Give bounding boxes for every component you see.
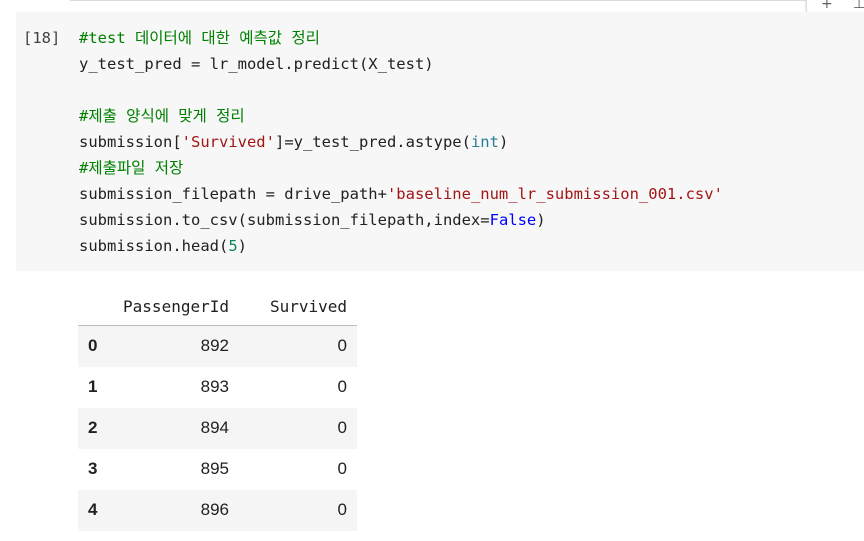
row-index: 4 [88,500,98,519]
plus-icon[interactable]: + [821,0,833,11]
table-row: 1 893 0 [78,366,357,408]
code-editor[interactable]: #test 데이터에 대한 예측값 정리 y_test_pred = lr_mod… [79,25,723,259]
row-index: 0 [88,336,98,356]
code-token-keyword: False [489,211,537,229]
cell-output: PassengerId Survived 0 892 0 1 893 0 2 8… [78,287,357,531]
row-index: 1 [88,377,98,396]
code-line[interactable]: #제출파일 저장 [79,155,723,181]
cell-passengerid: 893 [200,377,229,396]
code-token-comment: #제출파일 저장 [79,159,184,177]
index-header [78,287,98,326]
cell-passengerid: 896 [200,500,229,519]
code-line[interactable]: submission.head(5) [79,233,723,259]
cell-passengerid: 894 [200,418,229,437]
code-token-string: 'baseline_num_lr_submission_001.csv' [386,185,723,203]
code-line[interactable]: submission['Survived']=y_test_pred.astyp… [79,129,723,155]
code-token: submission_filepath = drive_path+ [79,185,387,203]
code-token-builtin: int [470,133,499,151]
code-token: submission.to_csv(submission_filepath,in… [79,211,490,229]
cell-passengerid: 892 [200,336,229,356]
column-header-passengerid: PassengerId [98,287,239,326]
code-token-comment: #test 데이터에 대한 예측값 정리 [79,29,320,47]
cell-survived: 0 [337,336,347,356]
code-token: submission[ [79,133,182,151]
table-header-row: PassengerId Survived [78,287,357,326]
code-token: ) [536,211,546,229]
code-line[interactable] [79,77,723,103]
code-token-string: 'Survived' [181,133,275,151]
cell-survived: 0 [337,418,347,437]
row-index: 2 [88,418,98,437]
code-line[interactable]: #제출 양식에 맞게 정리 [79,103,723,129]
code-token: y_test_pred = lr_model.predict(X_test) [79,55,434,73]
dataframe-table: PassengerId Survived 0 892 0 1 893 0 2 8… [78,287,357,531]
code-token: submission.head( [79,237,229,255]
code-token: ]=y_test_pred.astype( [274,133,471,151]
code-token: ) [237,237,247,255]
column-header-survived: Survived [239,287,357,326]
code-token: ) [498,133,509,151]
code-line[interactable]: submission.to_csv(submission_filepath,in… [79,207,723,233]
code-token-number: 5 [228,237,238,255]
notebook-page: + ⊥ [18] #test 데이터에 대한 예측값 정리 y_test_pred… [0,0,864,541]
cell-passengerid: 895 [200,459,229,478]
table-row: 4 896 0 [78,489,357,531]
code-line[interactable]: y_test_pred = lr_model.predict(X_test) [79,51,723,77]
table-row: 0 892 0 [78,325,357,367]
cell-divider [70,0,810,1]
cell-survived: 0 [337,500,347,519]
cell-survived: 0 [337,459,347,478]
execution-count[interactable]: [18] [23,25,60,51]
cell-survived: 0 [337,377,347,396]
code-token-comment: #제출 양식에 맞게 정리 [79,107,245,125]
toolbar-partial-icon[interactable]: ⊥ [853,0,864,11]
table-row: 2 894 0 [78,407,357,449]
row-index: 3 [88,459,98,478]
code-line[interactable]: #test 데이터에 대한 예측값 정리 [79,25,723,51]
table-row: 3 895 0 [78,448,357,490]
code-line[interactable]: submission_filepath = drive_path+'baseli… [79,181,723,207]
